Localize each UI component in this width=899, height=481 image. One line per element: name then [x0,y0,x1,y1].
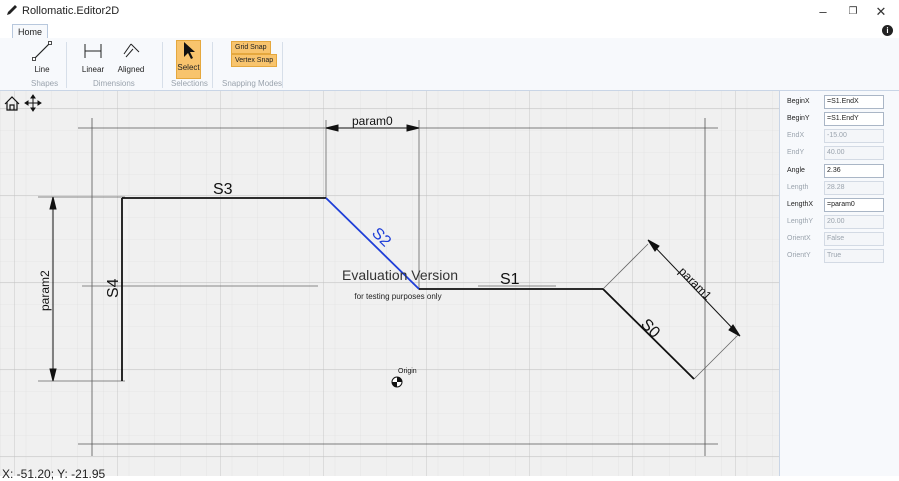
property-label: BeginY [787,115,810,122]
label-param2: param2 [38,270,52,311]
property-label: Angle [787,167,805,174]
close-button[interactable]: ✕ [866,3,896,21]
aligned-dimension-button[interactable]: Aligned [116,40,146,74]
group-separator [282,42,283,88]
property-row-lengthy: LengthY 20.00 [787,215,895,229]
property-row-length: Length 28.28 [787,181,895,195]
watermark-title: Evaluation Version [342,267,458,283]
title-bar: Rollomatic.Editor2D – ❐ ✕ [0,0,899,24]
property-input-beginx[interactable]: =S1.EndX [824,95,884,109]
shapes-group-label: Shapes [31,79,59,88]
property-label: Length [787,184,809,191]
property-input-endy: 40.00 [824,146,884,160]
property-row-orientx: OrientX False [787,232,895,246]
property-row-beginy: BeginY =S1.EndY [787,112,895,126]
aligned-button-label: Aligned [117,65,145,74]
property-label: EndY [787,149,805,156]
property-row-endx: EndX -15.00 [787,129,895,143]
property-label: LengthY [787,218,814,225]
origin-label: Origin [398,368,417,375]
label-param0: param0 [352,114,393,128]
dimensions-group-label: Dimensions [93,79,135,88]
property-row-orienty: OrientY True [787,249,895,263]
vertex-snap-toggle[interactable]: Vertex Snap [231,54,278,67]
property-label: BeginX [787,98,810,105]
property-row-beginx: BeginX =S1.EndX [787,95,895,109]
maximize-button[interactable]: ❐ [838,3,868,21]
ribbon: Line Shapes Linear Aligned Dimensions Se… [0,38,899,91]
property-row-angle: Angle 2.36 [787,164,895,178]
property-label: OrientX [787,235,811,242]
selections-group-label: Selections [171,79,208,88]
linear-dimension-icon [84,44,102,58]
property-label: OrientY [787,252,811,259]
aligned-dimension-icon [123,43,140,58]
property-row-endy: EndY 40.00 [787,146,895,160]
linear-dimension-button[interactable]: Linear [80,40,106,74]
line-button-label: Line [34,65,50,74]
group-separator [212,42,213,88]
select-button[interactable]: Select [176,40,201,79]
info-icon[interactable]: i [882,25,893,36]
window-title: Rollomatic.Editor2D [22,5,120,17]
label-s3: S3 [213,181,233,198]
label-s4: S4 [105,278,122,298]
property-input-orientx: False [824,232,884,246]
line-tool-icon [32,41,52,61]
ribbon-tab-row: Home i [0,24,899,39]
group-separator [162,42,163,88]
drawing-surface[interactable]: S3 S1 S4 S2 S0 param0 param2 param1 Orig… [0,91,779,476]
drawing-canvas[interactable]: S3 S1 S4 S2 S0 param0 param2 param1 Orig… [0,91,779,476]
property-label: EndX [787,132,805,139]
properties-panel: BeginX =S1.EndX BeginY =S1.EndY EndX -15… [779,91,899,476]
property-input-lengthy: 20.00 [824,215,884,229]
app-pen-icon [7,5,17,15]
snapping-modes-group-label: Snapping Modes [222,79,283,88]
property-label: LengthX [787,201,814,208]
minimize-button[interactable]: – [808,3,838,21]
cursor-arrow-icon [183,42,195,59]
label-s1: S1 [500,271,520,288]
tab-home[interactable]: Home [12,24,48,39]
watermark-subtitle: for testing purposes only [354,292,441,301]
property-input-lengthx[interactable]: =param0 [824,198,884,212]
property-input-beginy[interactable]: =S1.EndY [824,112,884,126]
property-input-angle[interactable]: 2.36 [824,164,884,178]
property-input-endx: -15.00 [824,129,884,143]
origin-marker [391,376,403,388]
cursor-coordinates: X: -51.20; Y: -21.95 [2,467,106,481]
property-input-length: 28.28 [824,181,884,195]
group-separator [66,42,67,88]
linear-button-label: Linear [81,65,105,74]
select-button-label: Select [177,63,200,72]
grid-snap-toggle[interactable]: Grid Snap [231,41,271,54]
property-row-lengthx: LengthX =param0 [787,198,895,212]
property-input-orienty: True [824,249,884,263]
line-button[interactable]: Line [30,40,54,74]
